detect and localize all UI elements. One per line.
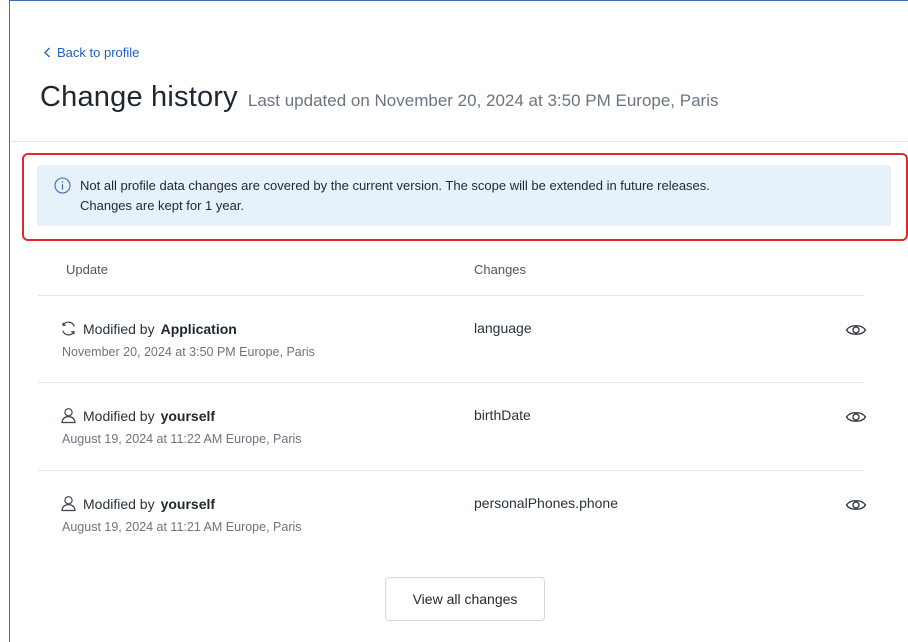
info-banner-text: Not all profile data changes are covered… — [80, 176, 710, 216]
eye-icon[interactable] — [845, 322, 867, 338]
title-row: Change history Last updated on November … — [40, 81, 719, 114]
row-date: August 19, 2024 at 11:22 AM Europe, Pari… — [62, 432, 302, 446]
column-header-update: Update — [66, 262, 108, 277]
sync-icon — [62, 321, 75, 336]
info-banner: Not all profile data changes are covered… — [37, 165, 891, 226]
eye-icon[interactable] — [845, 409, 867, 425]
page-title: Change history — [40, 81, 238, 113]
modified-by-label: Modified by — [83, 320, 155, 337]
row-update-summary: Modified by yourself — [60, 495, 215, 512]
back-link-label: Back to profile — [57, 45, 140, 60]
row-date: August 19, 2024 at 11:21 AM Europe, Pari… — [62, 520, 302, 534]
actor-name: Application — [160, 320, 237, 337]
row-update-summary: Modified by yourself — [60, 407, 215, 424]
eye-icon[interactable] — [845, 497, 867, 513]
row-change-field: personalPhones.phone — [474, 495, 619, 511]
chevron-left-icon — [44, 47, 50, 58]
header-divider — [10, 141, 908, 142]
change-history-panel: Back to profile Change history Last upda… — [9, 0, 908, 642]
row-date: November 20, 2024 at 3:50 PM Europe, Par… — [62, 345, 315, 359]
view-all-changes-button[interactable]: View all changes — [385, 577, 545, 621]
back-to-profile-link[interactable]: Back to profile — [43, 45, 139, 60]
user-icon — [61, 408, 76, 424]
table-row: Modified by yourself August 19, 2024 at … — [38, 471, 867, 557]
user-icon — [61, 496, 76, 512]
row-change-field: birthDate — [474, 407, 531, 423]
info-icon — [54, 177, 71, 194]
actor-name: yourself — [160, 495, 216, 512]
last-updated-text: Last updated on November 20, 2024 at 3:5… — [247, 91, 719, 110]
table-row: Modified by Application November 20, 202… — [38, 296, 867, 382]
row-change-field: language — [474, 320, 532, 336]
table-row: Modified by yourself August 19, 2024 at … — [38, 383, 867, 469]
modified-by-label: Modified by — [83, 495, 155, 512]
modified-by-label: Modified by — [83, 407, 155, 424]
column-header-changes: Changes — [474, 262, 527, 277]
info-banner-line-1: Not all profile data changes are covered… — [80, 178, 710, 193]
info-banner-line-2: Changes are kept for 1 year. — [80, 198, 245, 213]
row-update-summary: Modified by Application — [60, 320, 237, 337]
actor-name: yourself — [160, 407, 216, 424]
